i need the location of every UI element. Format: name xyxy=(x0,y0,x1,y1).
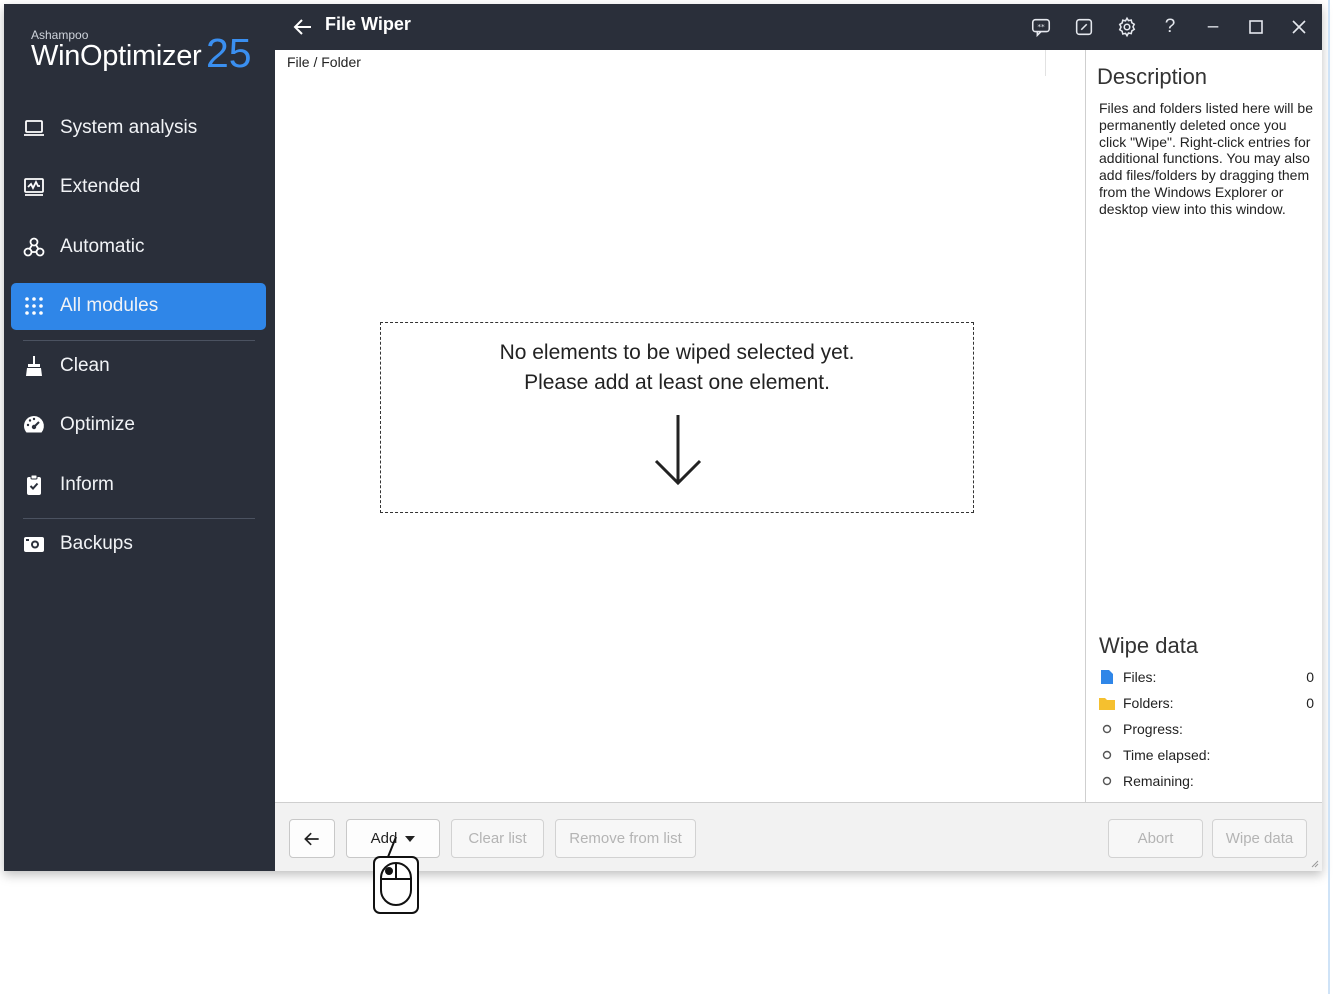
sidebar-divider xyxy=(23,518,255,519)
clear-list-button[interactable]: Clear list xyxy=(451,819,544,858)
sidebar: Ashampoo WinOptimizer 25 System analysis… xyxy=(4,4,275,871)
column-divider[interactable] xyxy=(1045,50,1046,76)
stat-value: 0 xyxy=(1306,695,1314,711)
back-arrow-icon[interactable] xyxy=(291,15,315,39)
down-arrow-icon xyxy=(654,415,702,486)
broom-icon xyxy=(21,353,47,379)
stat-label: Time elapsed: xyxy=(1123,747,1211,763)
sidebar-item-label: All modules xyxy=(60,295,159,316)
resize-grip-icon[interactable] xyxy=(1309,858,1319,868)
sidebar-item-label: Inform xyxy=(60,473,114,495)
close-icon[interactable] xyxy=(1287,15,1311,39)
window-edge-highlight xyxy=(1328,0,1330,994)
sidebar-item-label: Automatic xyxy=(60,235,145,257)
sidebar-item-label: Backups xyxy=(60,533,133,554)
sidebar-item-label: System analysis xyxy=(60,116,198,138)
circle-bullet-icon xyxy=(1099,773,1115,789)
column-header-file-folder[interactable]: File / Folder xyxy=(287,54,361,70)
sidebar-item-automatic[interactable]: Automatic xyxy=(11,223,266,270)
title-bar: File Wiper ** ? – xyxy=(275,4,1322,50)
sidebar-item-label: Clean xyxy=(60,354,110,376)
stat-files: Files: 0 xyxy=(1099,667,1314,687)
file-icon xyxy=(1099,669,1115,685)
stat-label: Files: xyxy=(1123,669,1157,685)
empty-message-line1: No elements to be wiped selected yet. xyxy=(499,341,855,364)
sidebar-nav: System analysis Extended Automatic All m… xyxy=(11,104,266,580)
abort-button[interactable]: Abort xyxy=(1108,819,1203,858)
circle-bullet-icon xyxy=(1099,721,1115,737)
speedometer-icon xyxy=(21,412,47,438)
stat-value: 0 xyxy=(1306,669,1314,685)
stat-progress: Progress: xyxy=(1099,719,1314,739)
brand-version: 25 xyxy=(206,30,252,76)
laptop-icon xyxy=(21,115,47,141)
stat-label: Progress: xyxy=(1123,721,1183,737)
wipe-data-button[interactable]: Wipe data xyxy=(1212,819,1307,858)
empty-message-line2: Please add at least one element. xyxy=(524,371,830,394)
sidebar-item-system-analysis[interactable]: System analysis xyxy=(11,104,266,151)
back-arrow-icon xyxy=(304,832,319,845)
app-window: Ashampoo WinOptimizer 25 System analysis… xyxy=(4,4,1322,871)
feedback-icon[interactable]: ** xyxy=(1029,15,1053,39)
sidebar-item-label: Extended xyxy=(60,176,141,197)
sidebar-item-inform[interactable]: Inform xyxy=(11,461,266,508)
wipe-data-title: Wipe data xyxy=(1099,633,1199,658)
automation-icon xyxy=(21,234,47,260)
drop-zone[interactable]: No elements to be wiped selected yet. Pl… xyxy=(380,322,974,513)
svg-text:**: ** xyxy=(1037,22,1045,31)
sidebar-item-all-modules[interactable]: All modules xyxy=(11,282,266,330)
sidebar-item-optimize[interactable]: Optimize xyxy=(11,402,266,449)
action-bar: Add Clear list Remove from list Abort Wi… xyxy=(275,802,1322,871)
stat-label: Remaining: xyxy=(1123,773,1194,789)
camera-icon xyxy=(21,531,47,557)
info-panel: Description Files and folders listed her… xyxy=(1085,50,1322,802)
remove-from-list-button[interactable]: Remove from list xyxy=(555,819,696,858)
back-button[interactable] xyxy=(289,819,335,858)
maximize-icon[interactable] xyxy=(1244,15,1268,39)
file-list-area[interactable]: File / Folder No elements to be wiped se… xyxy=(275,50,1085,802)
circle-bullet-icon xyxy=(1099,747,1115,763)
stat-label: Folders: xyxy=(1123,695,1174,711)
description-title: Description xyxy=(1097,64,1208,89)
sidebar-divider xyxy=(23,340,255,341)
folder-icon xyxy=(1099,695,1115,711)
note-icon[interactable] xyxy=(1072,15,1096,39)
description-text: Files and folders listed here will be pe… xyxy=(1099,100,1313,217)
help-icon[interactable]: ? xyxy=(1158,15,1182,39)
stat-remaining: Remaining: xyxy=(1099,771,1314,791)
page-title: File Wiper xyxy=(325,14,411,34)
brand-product-name: WinOptimizer xyxy=(31,40,202,72)
sidebar-item-backups[interactable]: Backups xyxy=(11,521,266,568)
sidebar-item-clean[interactable]: Clean xyxy=(11,342,266,389)
stat-folders: Folders: 0 xyxy=(1099,693,1314,713)
sidebar-item-extended[interactable]: Extended xyxy=(11,164,266,211)
mouse-click-indicator-icon xyxy=(373,836,419,914)
clipboard-check-icon xyxy=(21,472,47,498)
minimize-icon[interactable]: – xyxy=(1201,15,1225,39)
settings-gear-icon[interactable] xyxy=(1115,15,1139,39)
monitor-chart-icon xyxy=(21,174,47,200)
stat-time-elapsed: Time elapsed: xyxy=(1099,745,1314,765)
sidebar-item-label: Optimize xyxy=(60,414,135,435)
grid-dots-icon xyxy=(21,293,47,319)
